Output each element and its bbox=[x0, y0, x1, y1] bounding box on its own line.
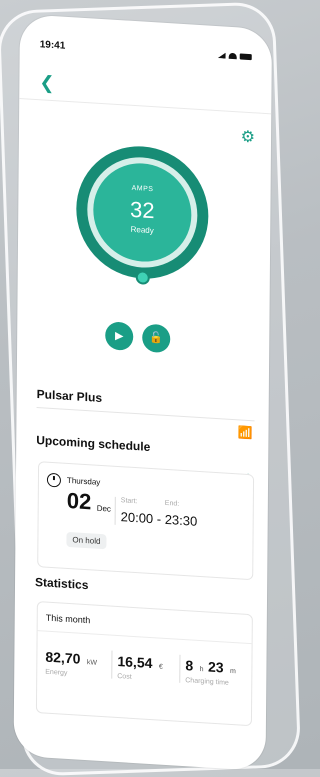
schedule-separator bbox=[114, 496, 116, 525]
energy-label: Energy bbox=[45, 668, 68, 677]
schedule-month: Dec bbox=[96, 503, 111, 514]
stat-charging-time: 8 h 23 m Charging time bbox=[185, 657, 236, 687]
wifi-icon: 📶 bbox=[237, 425, 253, 441]
app-screen: 19:41 ❮ ⚙ AMPS 32 Ready ▶ 🔓 Pulsar Plus … bbox=[13, 14, 272, 772]
dial-ring: AMPS 32 Ready bbox=[86, 154, 198, 271]
cost-label: Cost bbox=[117, 672, 132, 681]
dial-knob[interactable] bbox=[135, 270, 150, 285]
signal-icon bbox=[218, 52, 226, 58]
time-h-unit: h bbox=[199, 666, 204, 674]
status-bar: 19:41 bbox=[40, 39, 252, 66]
cost-value: 16,54 bbox=[117, 652, 153, 672]
schedule-card[interactable]: Thursday 02 Dec Start: End: 20:00 - 23:3… bbox=[37, 461, 255, 581]
charger-dial: AMPS 32 Ready bbox=[75, 142, 209, 285]
lock-button[interactable]: 🔓 bbox=[142, 323, 171, 354]
device-name: Pulsar Plus bbox=[36, 387, 103, 406]
stats-separator bbox=[111, 650, 113, 679]
cost-unit: € bbox=[158, 663, 163, 671]
stat-cost: 16,54 € Cost bbox=[117, 653, 163, 683]
schedule-day: Thursday bbox=[66, 475, 101, 487]
stat-energy: 82,70 kW Energy bbox=[45, 649, 97, 679]
energy-unit: kW bbox=[86, 659, 98, 667]
schedule-title: Upcoming schedule bbox=[36, 433, 151, 454]
energy-value: 82,70 bbox=[45, 648, 81, 667]
wifi-status-icon bbox=[228, 52, 237, 60]
gear-icon[interactable]: ⚙ bbox=[241, 129, 255, 147]
time-minutes: 23 bbox=[207, 658, 224, 676]
battery-icon bbox=[239, 53, 252, 61]
device-divider bbox=[36, 407, 255, 422]
clock-icon bbox=[46, 472, 62, 488]
end-label: End: bbox=[164, 499, 180, 508]
status-time: 19:41 bbox=[39, 39, 66, 52]
stats-period: This month bbox=[45, 612, 91, 626]
schedule-date: 02 bbox=[66, 487, 92, 515]
amps-value: 32 bbox=[129, 196, 155, 224]
time-m-unit: m bbox=[229, 667, 236, 676]
start-label: Start: bbox=[120, 497, 138, 506]
stats-separator bbox=[179, 654, 181, 683]
statistics-title: Statistics bbox=[34, 574, 89, 593]
lock-icon: 🔓 bbox=[149, 331, 164, 345]
schedule-time-range: 20:00 - 23:30 bbox=[120, 509, 198, 529]
stats-divider bbox=[37, 630, 252, 645]
dial-center: AMPS 32 Ready bbox=[92, 160, 192, 265]
statistics-card[interactable]: This month 82,70 kW Energy 16,54 € Cost … bbox=[35, 601, 253, 727]
play-icon: ▶ bbox=[114, 329, 124, 343]
status-badge: On hold bbox=[66, 531, 107, 550]
charging-time-label: Charging time bbox=[185, 677, 229, 687]
play-button[interactable]: ▶ bbox=[105, 321, 134, 351]
time-hours: 8 bbox=[185, 657, 194, 674]
back-arrow-icon[interactable]: ❮ bbox=[39, 72, 54, 93]
status-icons bbox=[218, 52, 252, 61]
nav-divider bbox=[19, 97, 272, 115]
dial-label: AMPS bbox=[131, 184, 154, 194]
